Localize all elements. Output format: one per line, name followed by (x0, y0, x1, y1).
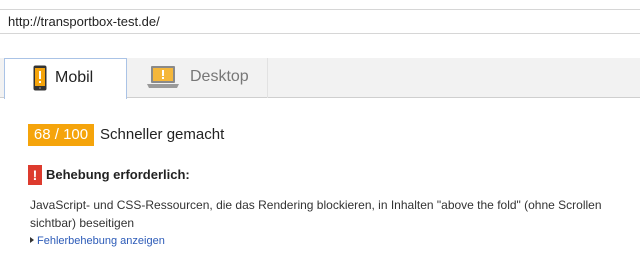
alert-icon: ! (28, 165, 42, 185)
show-fix-link-label[interactable]: Fehlerbehebung anzeigen (37, 235, 165, 247)
url-text[interactable]: http://transportbox-test.de/ (8, 14, 160, 29)
device-tabs: Mobil Desktop (0, 58, 640, 99)
show-fix-link[interactable]: Fehlerbehebung anzeigen (30, 235, 165, 247)
tab-desktop[interactable]: Desktop (128, 58, 268, 98)
tab-mobil-label: Mobil (55, 69, 94, 86)
laptop-icon (146, 65, 180, 94)
tab-mobil[interactable]: Mobil (4, 58, 127, 99)
triangle-right-icon (30, 237, 34, 243)
phone-icon (33, 65, 47, 96)
score-label: Schneller gemacht (100, 126, 225, 143)
issue-title: Behebung erforderlich: (46, 167, 190, 182)
issue-description: JavaScript- und CSS-Ressourcen, die das … (30, 198, 602, 230)
tab-desktop-label: Desktop (190, 68, 249, 85)
score-badge: 68 / 100 (28, 124, 94, 146)
url-bar[interactable]: http://transportbox-test.de/ (0, 9, 640, 34)
